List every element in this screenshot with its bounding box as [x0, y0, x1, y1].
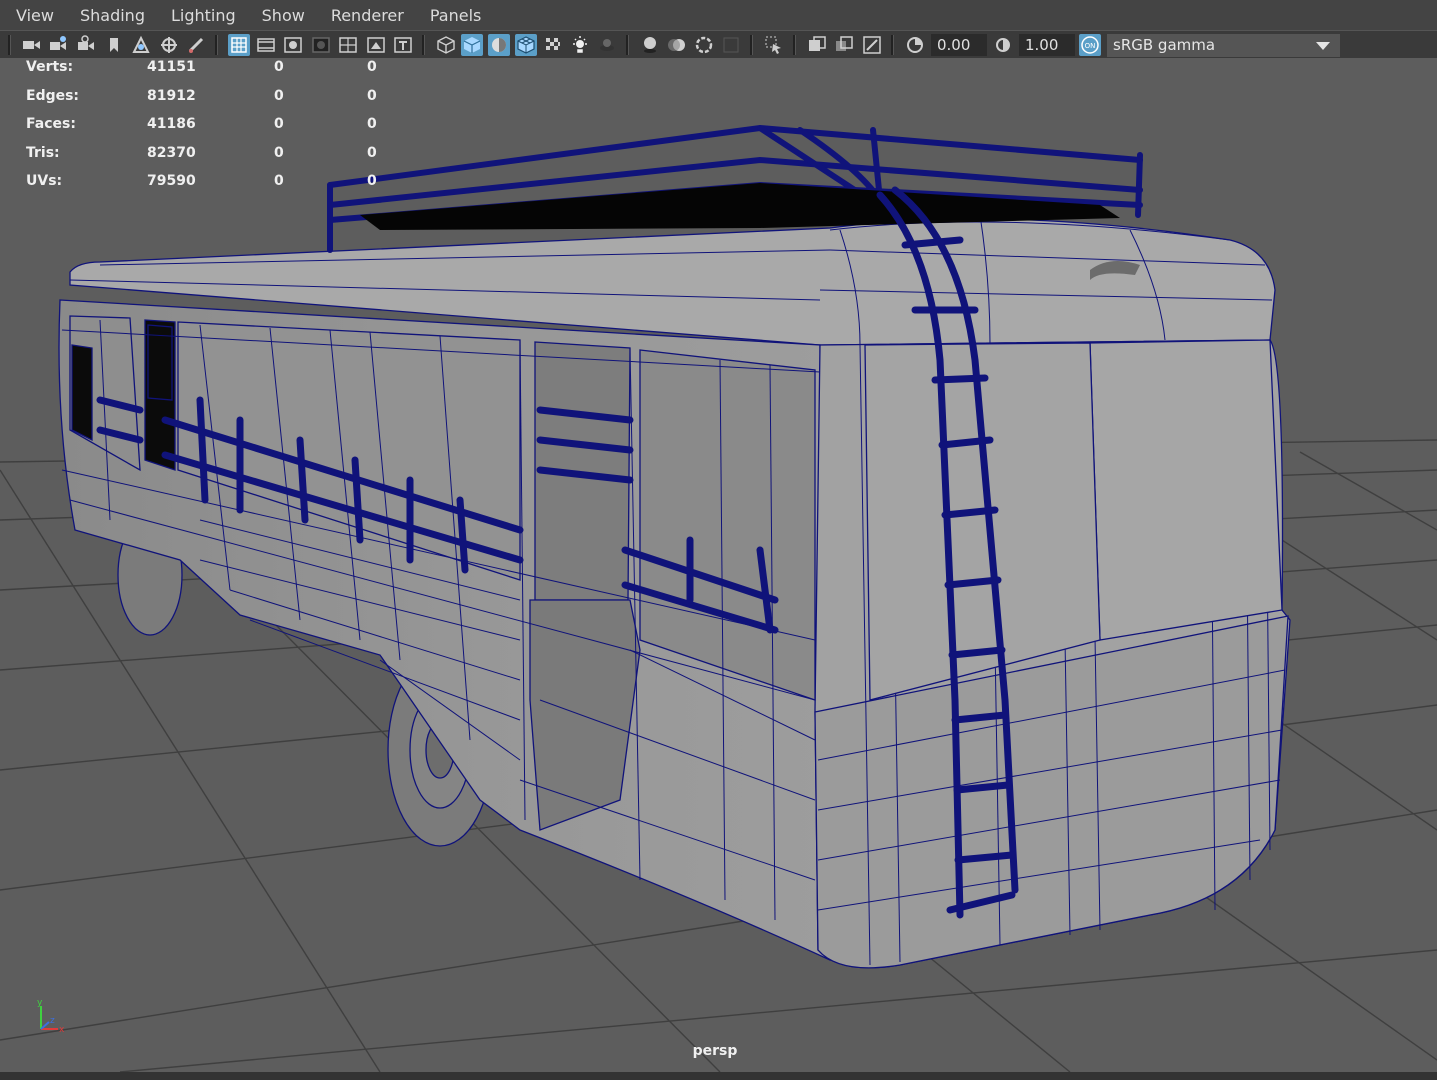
viewport-bottom-border: [0, 1072, 1437, 1080]
toolbar-separator: [891, 35, 894, 55]
resolution-gate-icon[interactable]: [282, 34, 304, 56]
view-transform-dropdown[interactable]: sRGB gamma: [1107, 34, 1340, 57]
camera-name-label: persp: [692, 1043, 738, 1059]
hud-total: 81912: [147, 87, 196, 104]
select-camera-icon[interactable]: [20, 34, 42, 56]
menu-show[interactable]: Show: [247, 6, 316, 25]
textured-icon[interactable]: [542, 34, 564, 56]
wireframe-on-shaded-icon[interactable]: [515, 34, 537, 56]
hud-selected: 0: [274, 173, 284, 190]
menu-lighting[interactable]: Lighting: [156, 6, 247, 25]
hud-row-uvs: UVs: 79590 0 0: [26, 173, 406, 202]
isolate-select-icon[interactable]: [763, 34, 785, 56]
default-material-icon[interactable]: [488, 34, 510, 56]
persp-viewport[interactable]: [0, 58, 1437, 1072]
gamma-icon[interactable]: [992, 34, 1014, 56]
xray-icon[interactable]: [806, 34, 828, 56]
toolbar-separator: [750, 35, 753, 55]
hud-component: 0: [367, 173, 377, 190]
color-management-toggle-icon[interactable]: ON: [1079, 34, 1101, 56]
hud-component: 0: [367, 59, 377, 75]
axis-z-label: z: [50, 1016, 55, 1026]
smooth-shade-icon[interactable]: [461, 34, 483, 56]
axis-gizmo-icon: y x z: [37, 998, 65, 1035]
scene-canvas: [0, 124, 1437, 1072]
hud-row-tris: Tris: 82370 0 0: [26, 145, 406, 174]
field-chart-icon[interactable]: [337, 34, 359, 56]
wireframe-icon[interactable]: [435, 34, 457, 56]
xray-active-components-icon[interactable]: [833, 34, 855, 56]
use-all-lights-icon[interactable]: [569, 34, 591, 56]
depth-of-field-icon[interactable]: [720, 34, 742, 56]
poly-count-hud: Verts: 41151 0 0 Edges: 81912 0 0 Faces:…: [26, 59, 406, 202]
view-transform-value: sRGB gamma: [1113, 36, 1216, 54]
chevron-down-icon: [1316, 42, 1330, 50]
menu-shading[interactable]: Shading: [65, 6, 156, 25]
hud-selected: 0: [274, 116, 284, 133]
image-plane-icon[interactable]: [130, 34, 152, 56]
shadows-icon[interactable]: [596, 34, 618, 56]
safe-title-icon[interactable]: [392, 34, 414, 56]
camera-attributes-icon[interactable]: [47, 34, 69, 56]
2d-pan-zoom-icon[interactable]: [158, 34, 180, 56]
hud-label: Tris:: [26, 144, 60, 161]
hud-component: 0: [367, 144, 377, 161]
hud-total: 41186: [147, 116, 196, 133]
maya-viewport-window: View Shading Lighting Show Renderer Pane…: [0, 0, 1437, 1080]
hud-selected: 0: [274, 59, 284, 75]
grease-pencil-icon[interactable]: [185, 34, 207, 56]
bookmark-icon[interactable]: [103, 34, 125, 56]
exposure-field[interactable]: 0.00: [931, 34, 987, 56]
hud-row-faces: Faces: 41186 0 0: [26, 116, 406, 145]
panel-toolbar: 0.00 1.00 ON sRGB gamma: [0, 30, 1437, 59]
toolbar-separator: [626, 35, 629, 55]
toolbar-separator: [215, 35, 218, 55]
hud-component: 0: [367, 116, 377, 133]
hud-label: Edges:: [26, 87, 80, 104]
toolbar-separator: [422, 35, 425, 55]
panel-menu-bar: View Shading Lighting Show Renderer Pane…: [0, 0, 1437, 30]
hud-label: Faces:: [26, 116, 76, 133]
hud-label: UVs:: [26, 173, 63, 190]
hud-total: 82370: [147, 144, 196, 161]
motion-blur-icon[interactable]: [666, 34, 688, 56]
hud-label: Verts:: [26, 59, 74, 75]
menu-panels[interactable]: Panels: [415, 6, 493, 25]
multisample-aa-icon[interactable]: [693, 34, 715, 56]
hud-row-edges: Edges: 81912 0 0: [26, 88, 406, 117]
gamma-field[interactable]: 1.00: [1019, 34, 1075, 56]
hud-row-verts: Verts: 41151 0 0: [26, 59, 406, 88]
bookmarks-icon[interactable]: [75, 34, 97, 56]
hud-total: 41151: [147, 59, 196, 75]
screen-space-ao-icon[interactable]: [639, 34, 661, 56]
menu-renderer[interactable]: Renderer: [316, 6, 415, 25]
toolbar-separator: [8, 35, 11, 55]
hud-total: 79590: [147, 173, 196, 190]
gate-mask-icon[interactable]: [310, 34, 332, 56]
hud-selected: 0: [274, 144, 284, 161]
xray-joints-icon[interactable]: [861, 34, 883, 56]
toolbar-separator: [793, 35, 796, 55]
hud-selected: 0: [274, 87, 284, 104]
menu-view[interactable]: View: [0, 6, 65, 25]
axis-y-label: y: [37, 998, 43, 1008]
axis-x-label: x: [59, 1025, 65, 1035]
film-gate-icon[interactable]: [255, 34, 277, 56]
grid-toggle-icon[interactable]: [228, 34, 250, 56]
safe-action-icon[interactable]: [365, 34, 387, 56]
exposure-icon[interactable]: [904, 34, 926, 56]
svg-text:ON: ON: [1085, 42, 1096, 50]
hud-component: 0: [367, 87, 377, 104]
